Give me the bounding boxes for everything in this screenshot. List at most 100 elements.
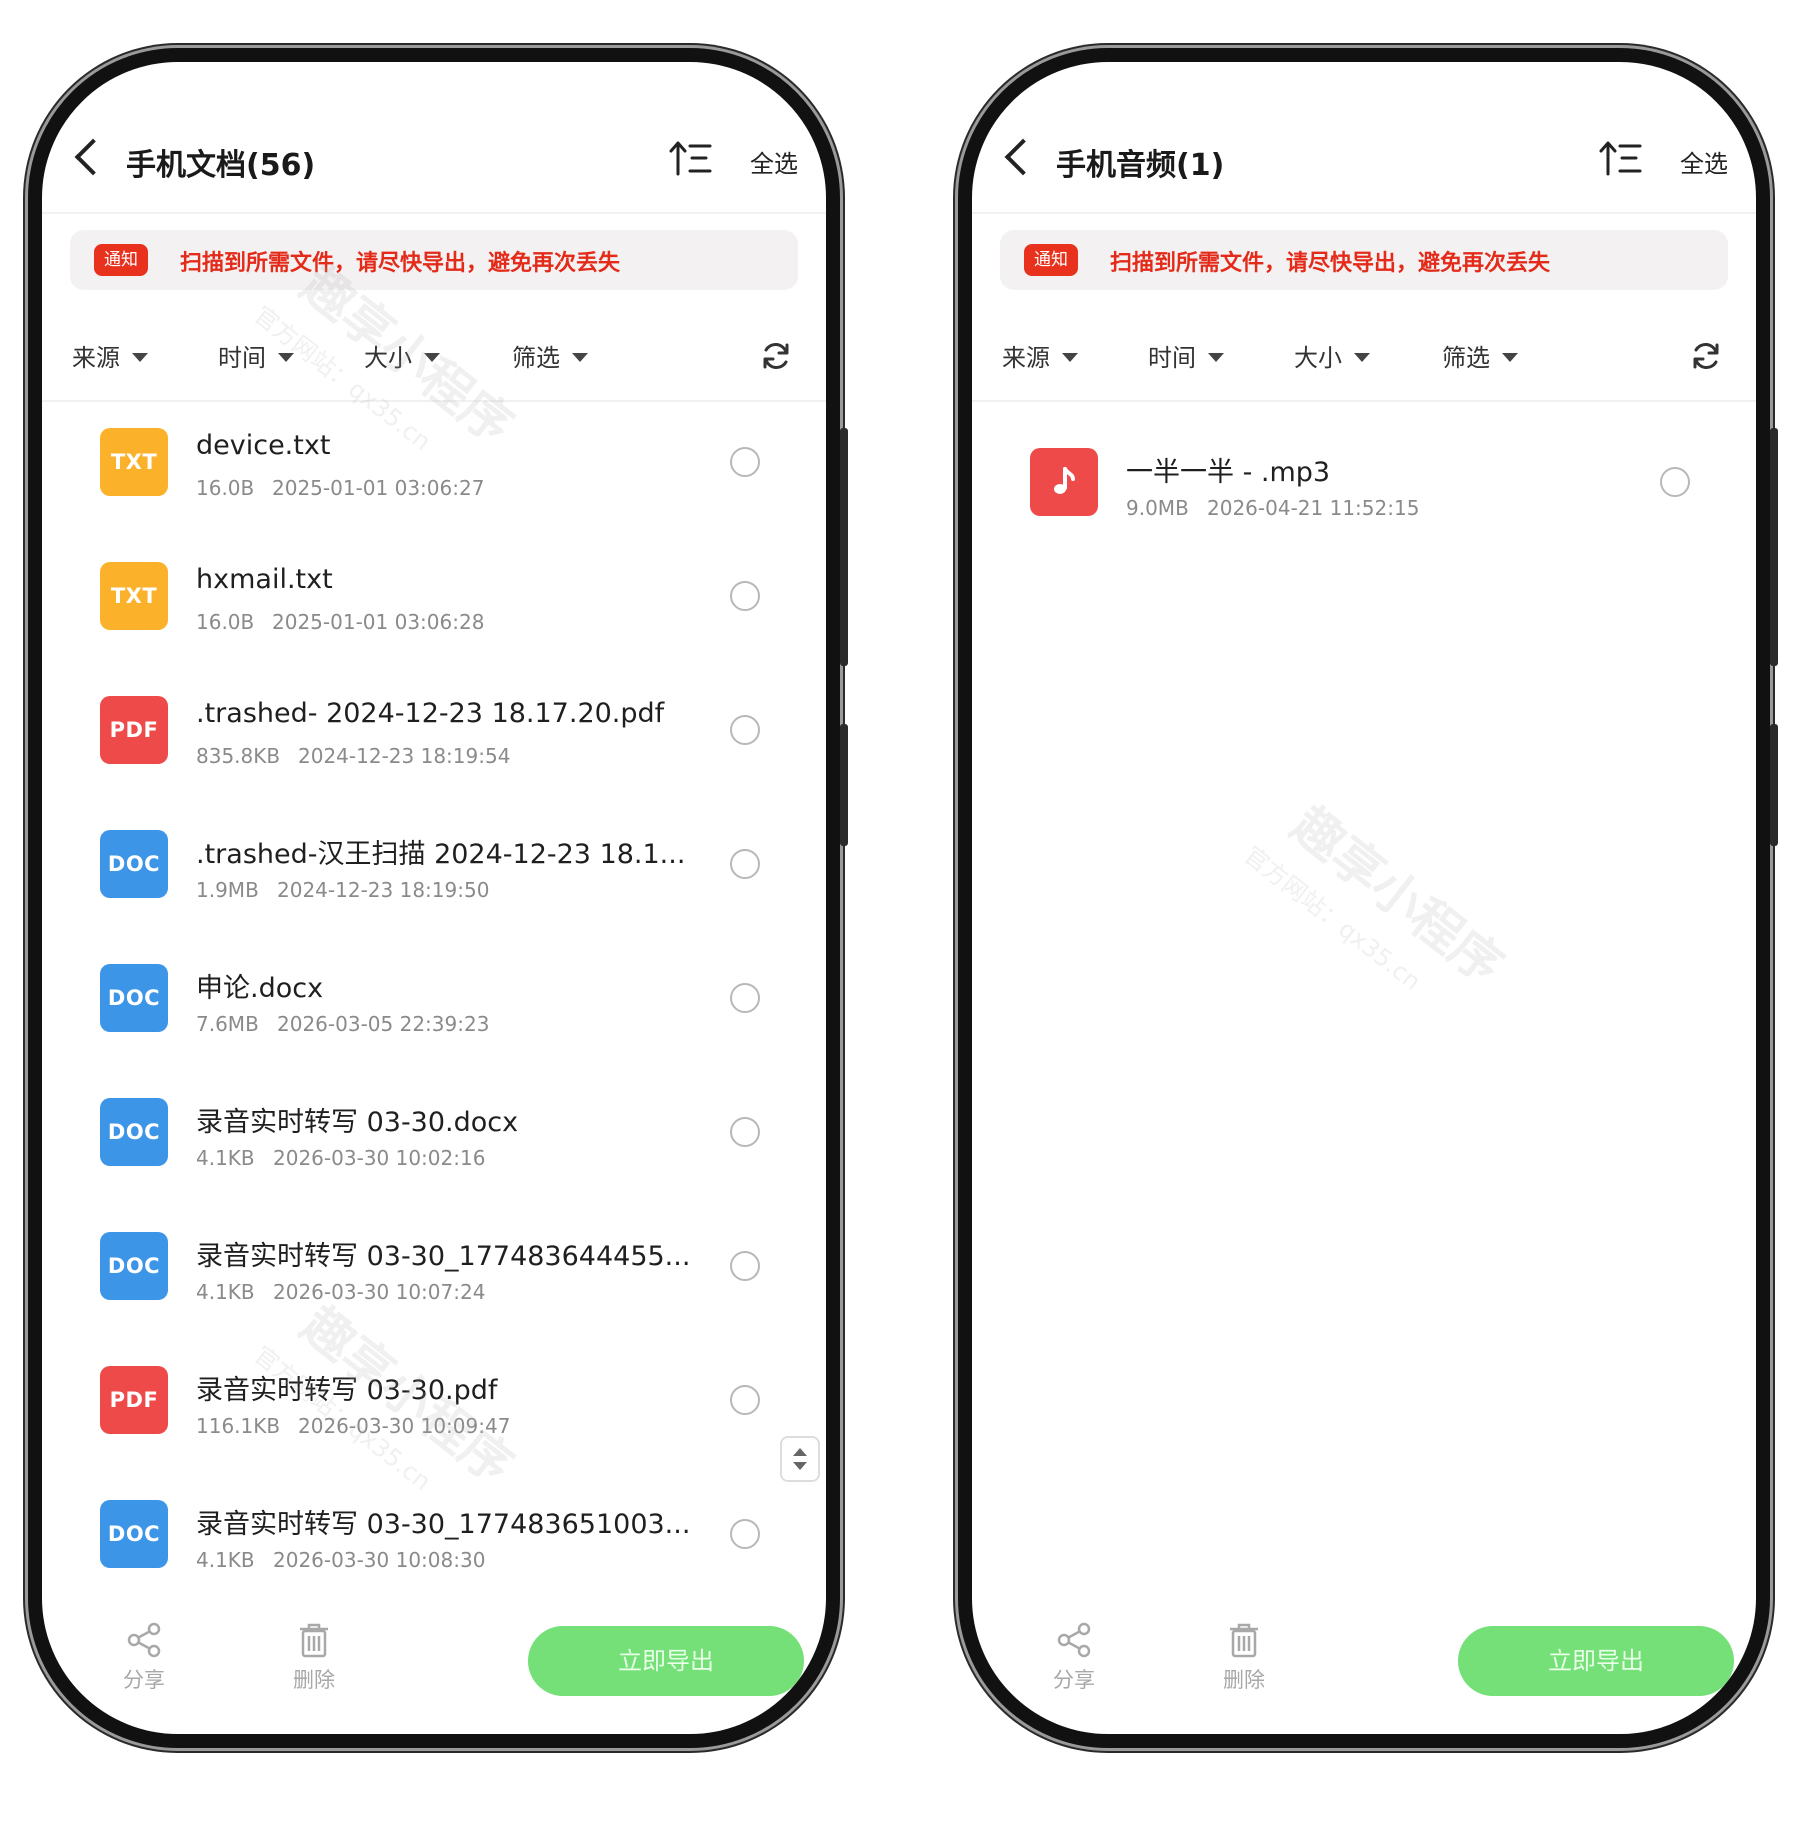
file-date: 2026-04-21 11:52:15	[1207, 496, 1420, 520]
caret-down-icon	[572, 352, 588, 362]
share-button[interactable]: 分享	[104, 1620, 184, 1694]
select-radio[interactable]	[730, 1519, 760, 1549]
caret-down-icon	[1502, 352, 1518, 362]
caret-down-icon	[132, 352, 148, 362]
bottom-toolbar: 分享 删除 立即导出	[972, 1612, 1756, 1734]
select-radio[interactable]	[730, 1251, 760, 1281]
chevron-left-icon[interactable]	[1004, 138, 1042, 176]
list-item[interactable]: DOC .trashed-汉王扫描 2024-12-23 18.1... 1.9MB…	[42, 804, 826, 940]
app-header: 手机音频(1) 全选	[972, 62, 1756, 214]
select-all-button[interactable]: 全选	[750, 144, 798, 179]
delete-button[interactable]: 删除	[274, 1620, 354, 1694]
trash-icon	[300, 1623, 328, 1658]
filter-time[interactable]: 时间	[218, 338, 294, 373]
filter-time[interactable]: 时间	[1148, 338, 1224, 373]
pdf-file-icon: PDF	[100, 1366, 168, 1434]
bottom-toolbar: 分享 删除 立即导出	[42, 1612, 826, 1734]
list-item[interactable]: TXT device.txt 16.0B 2025-01-01 03:06:27	[42, 402, 826, 538]
delete-label: 删除	[1223, 1668, 1265, 1692]
caret-down-icon	[1062, 352, 1078, 362]
scroll-handle[interactable]	[780, 1436, 820, 1482]
file-size: 116.1KB	[196, 1414, 281, 1438]
share-label: 分享	[1053, 1668, 1095, 1692]
file-size: 9.0MB	[1126, 496, 1189, 520]
share-icon	[127, 1622, 161, 1658]
select-radio[interactable]	[1660, 467, 1690, 497]
pdf-file-icon: PDF	[100, 696, 168, 764]
side-button	[1770, 724, 1778, 846]
refresh-icon[interactable]	[1690, 340, 1722, 372]
list-item[interactable]: DOC 申论.docx 7.6MB 2026-03-05 22:39:23	[42, 938, 826, 1074]
filter-size[interactable]: 大小	[364, 338, 440, 373]
filter-filter[interactable]: 筛选	[512, 338, 588, 373]
txt-file-icon: TXT	[100, 562, 168, 630]
file-size: 4.1KB	[196, 1280, 255, 1304]
notice-banner: 通知 扫描到所需文件，请尽快导出，避免再次丢失	[70, 230, 798, 290]
file-size: 1.9MB	[196, 878, 259, 902]
file-date: 2026-03-30 10:02:16	[273, 1146, 486, 1170]
share-button[interactable]: 分享	[1034, 1620, 1114, 1694]
file-date: 2026-03-05 22:39:23	[277, 1012, 490, 1036]
music-note-icon	[1030, 448, 1098, 516]
file-name: 录音实时转写 03-30.pdf	[196, 1375, 498, 1406]
side-button	[840, 724, 848, 846]
caret-down-icon	[1354, 352, 1370, 362]
notice-banner: 通知 扫描到所需文件，请尽快导出，避免再次丢失	[1000, 230, 1728, 290]
select-radio[interactable]	[730, 715, 760, 745]
select-radio[interactable]	[730, 1117, 760, 1147]
caret-down-icon	[278, 352, 294, 362]
watermark: 趣享小程序 官方网站：qx35.cn	[1238, 795, 1514, 996]
list-item[interactable]: TXT hxmail.txt 16.0B 2025-01-01 03:06:28	[42, 536, 826, 672]
file-name: .trashed-汉王扫描 2024-12-23 18.1...	[196, 839, 686, 870]
list-item[interactable]: PDF .trashed- 2024-12-23 18.17.20.pdf 835.…	[42, 670, 826, 806]
sort-ascending-icon[interactable]	[1598, 138, 1642, 178]
filter-bar: 来源 时间 大小 筛选	[42, 306, 826, 402]
file-name: device.txt	[196, 430, 331, 461]
list-item[interactable]: PDF 录音实时转写 03-30.pdf 116.1KB 2026-03-30 10:…	[42, 1340, 826, 1476]
refresh-icon[interactable]	[760, 340, 792, 372]
file-name: hxmail.txt	[196, 564, 333, 595]
doc-file-icon: DOC	[100, 1500, 168, 1568]
select-radio[interactable]	[730, 983, 760, 1013]
caret-down-icon	[1208, 352, 1224, 362]
file-date: 2025-01-01 03:06:27	[272, 476, 485, 500]
filter-size[interactable]: 大小	[1294, 338, 1370, 373]
select-all-button[interactable]: 全选	[1680, 144, 1728, 179]
phone-screen-documents: 手机文档(56) 全选 通知 扫描到所需文件，请尽快导出，避免再次丢失 来源 时…	[28, 48, 840, 1748]
notice-badge: 通知	[1024, 244, 1078, 276]
file-name: .trashed- 2024-12-23 18.17.20.pdf	[196, 698, 665, 729]
file-date: 2026-03-30 10:08:30	[273, 1548, 486, 1572]
file-name: 申论.docx	[196, 973, 324, 1004]
notice-text: 扫描到所需文件，请尽快导出，避免再次丢失	[1110, 251, 1551, 276]
page-title: 手机文档(56)	[126, 148, 316, 183]
doc-file-icon: DOC	[100, 964, 168, 1032]
file-name: 一半一半 - .mp3	[1126, 457, 1331, 488]
delete-button[interactable]: 删除	[1204, 1620, 1284, 1694]
sort-ascending-icon[interactable]	[668, 138, 712, 178]
list-item[interactable]: DOC 录音实时转写 03-30.docx 4.1KB 2026-03-30 10:0…	[42, 1072, 826, 1208]
app-header: 手机文档(56) 全选	[42, 62, 826, 214]
doc-file-icon: DOC	[100, 830, 168, 898]
list-item[interactable]: 一半一半 - .mp3 9.0MB 2026-04-21 11:52:15	[972, 422, 1756, 558]
export-button[interactable]: 立即导出	[1458, 1626, 1734, 1696]
filter-source[interactable]: 来源	[72, 338, 148, 373]
file-name: 录音实时转写 03-30_177483644455...	[196, 1241, 691, 1272]
select-radio[interactable]	[730, 581, 760, 611]
list-item[interactable]: DOC 录音实时转写 03-30_177483651003... 4.1KB 2026…	[42, 1474, 826, 1610]
file-date: 2024-12-23 18:19:54	[298, 744, 511, 768]
chevron-left-icon[interactable]	[74, 138, 112, 176]
filter-source[interactable]: 来源	[1002, 338, 1078, 373]
file-date: 2026-03-30 10:07:24	[273, 1280, 486, 1304]
select-radio[interactable]	[730, 447, 760, 477]
list-item[interactable]: DOC 录音实时转写 03-30_177483644455... 4.1KB 2026…	[42, 1206, 826, 1342]
select-radio[interactable]	[730, 1385, 760, 1415]
select-radio[interactable]	[730, 849, 760, 879]
filter-filter[interactable]: 筛选	[1442, 338, 1518, 373]
file-size: 4.1KB	[196, 1146, 255, 1170]
file-name: 录音实时转写 03-30_177483651003...	[196, 1509, 691, 1540]
phone-screen-audio: 手机音频(1) 全选 通知 扫描到所需文件，请尽快导出，避免再次丢失 来源 时间…	[958, 48, 1770, 1748]
side-button	[1770, 428, 1778, 666]
file-date: 2026-03-30 10:09:47	[298, 1414, 511, 1438]
notice-badge: 通知	[94, 244, 148, 276]
export-button[interactable]: 立即导出	[528, 1626, 804, 1696]
